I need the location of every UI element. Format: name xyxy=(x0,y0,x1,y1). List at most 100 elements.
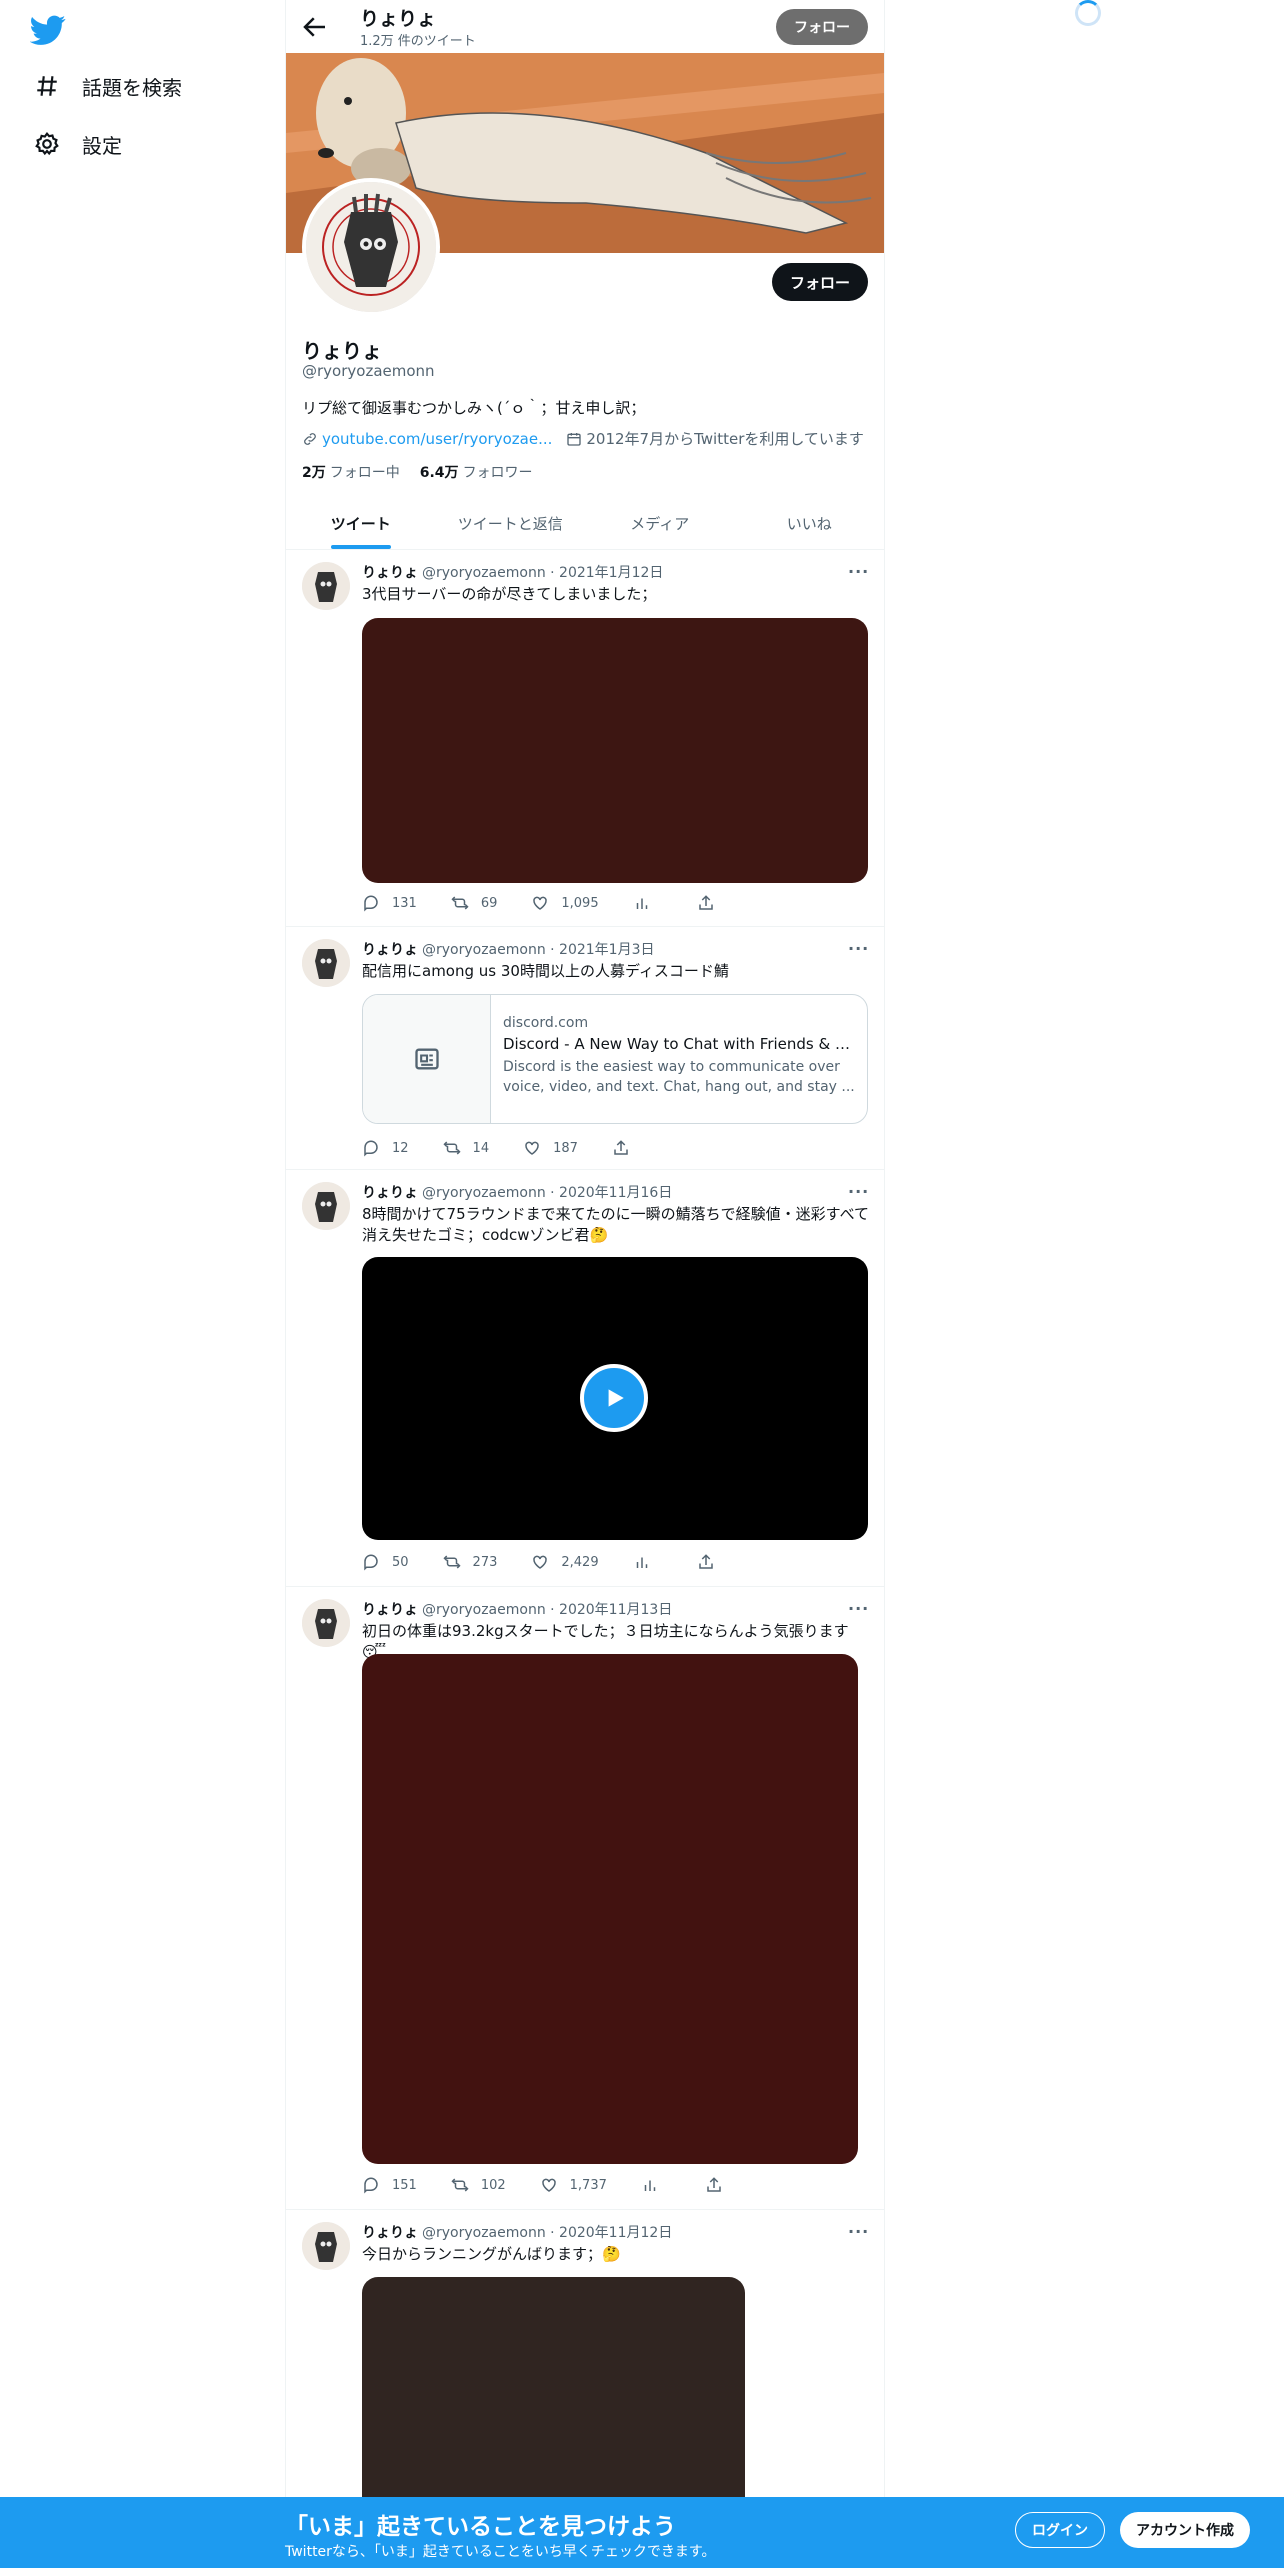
tweet-author-handle[interactable]: @ryoryozaemonn xyxy=(422,565,546,581)
twitter-bird-icon[interactable] xyxy=(30,12,66,48)
more-icon[interactable]: ··· xyxy=(848,939,868,959)
more-icon[interactable]: ··· xyxy=(848,1182,868,1202)
signup-button[interactable]: アカウント作成 xyxy=(1120,2512,1250,2548)
share-button[interactable] xyxy=(697,1553,727,1571)
avatar[interactable] xyxy=(302,562,350,610)
tweet-actions: 151 102 1,737 xyxy=(362,2176,769,2194)
profile-link[interactable]: youtube.com/user/ryoryozae... xyxy=(322,430,552,448)
like-button[interactable]: 2,429 xyxy=(531,1553,599,1571)
tweet-date[interactable]: · 2021年1月3日 xyxy=(550,942,654,958)
tweet[interactable]: りょりょ @ryoryozaemonn · 2020年11月13日 ··· 初日の… xyxy=(286,1587,884,2210)
tweet-author-name[interactable]: りょりょ xyxy=(362,2225,418,2241)
tab-tweets[interactable]: ツイート xyxy=(286,497,436,549)
retweet-count: 102 xyxy=(480,2177,506,2193)
header-follow-button[interactable]: フォロー xyxy=(776,9,868,45)
tweet-text: 今日からランニングがんばります；🤔 xyxy=(362,2245,621,2263)
tweet[interactable]: りょりょ @ryoryozaemonn · 2021年1月12日 ··· 3代目サ… xyxy=(286,550,884,927)
nav-item-settings[interactable]: 設定 xyxy=(32,122,122,166)
profile-handle: @ryoryozaemonn xyxy=(302,362,435,380)
following-label: フォロー中 xyxy=(329,465,400,481)
tab-likes[interactable]: いいね xyxy=(735,497,885,549)
avatar[interactable] xyxy=(302,2222,350,2270)
analytics-button[interactable] xyxy=(633,1553,663,1571)
like-button[interactable]: 1,095 xyxy=(531,894,599,912)
follow-button[interactable]: フォロー xyxy=(771,263,868,301)
more-icon[interactable]: ··· xyxy=(848,562,868,582)
retweet-count: 273 xyxy=(472,1554,498,1570)
nav-item-explore[interactable]: 話題を検索 xyxy=(32,64,182,108)
signup-prompt-subtitle: Twitterなら、「いま」起きていることをいち早くチェックできます。 xyxy=(285,2544,716,2560)
card-body: discord.com Discord - A New Way to Chat … xyxy=(491,995,867,1123)
analytics-button[interactable] xyxy=(633,894,663,912)
followers-stat[interactable]: 6.4万 フォロワー xyxy=(420,462,533,482)
tweet[interactable]: りょりょ @ryoryozaemonn · 2021年1月3日 ··· 配信用にa… xyxy=(286,927,884,1170)
following-count: 2万 xyxy=(302,465,326,481)
like-count: 1,737 xyxy=(569,2177,607,2193)
tweet-author-name[interactable]: りょりょ xyxy=(362,565,418,581)
reply-button[interactable]: 131 xyxy=(362,894,417,912)
tab-tweets-replies[interactable]: ツイートと返信 xyxy=(436,497,586,549)
analytics-button[interactable] xyxy=(641,2176,671,2194)
like-button[interactable]: 1,737 xyxy=(540,2176,607,2194)
calendar-icon xyxy=(567,432,582,446)
tweet-date[interactable]: · 2020年11月16日 xyxy=(550,1185,672,1201)
tweet-media[interactable] xyxy=(362,618,868,883)
tweet-header: りょりょ @ryoryozaemonn · 2020年11月13日 xyxy=(362,1599,672,1619)
tweet-author-handle[interactable]: @ryoryozaemonn xyxy=(422,1602,546,1618)
share-button[interactable] xyxy=(697,894,727,912)
tweet-actions: 12 14 187 xyxy=(362,1139,676,1157)
more-icon[interactable]: ··· xyxy=(848,2222,868,2242)
share-button[interactable] xyxy=(612,1139,642,1157)
retweet-button[interactable]: 102 xyxy=(451,2176,506,2194)
link-icon xyxy=(304,432,316,445)
main-column: りょりょ 1.2万 件のツイート フォロー フォロー りょりょ @ryoryoz… xyxy=(285,0,885,2568)
reply-count: 12 xyxy=(392,1140,409,1156)
like-count: 187 xyxy=(553,1140,578,1156)
more-icon[interactable]: ··· xyxy=(848,1599,868,1619)
tweet-author-handle[interactable]: @ryoryozaemonn xyxy=(422,1185,546,1201)
tweet-author-handle[interactable]: @ryoryozaemonn xyxy=(422,2225,546,2241)
tweet-author-name[interactable]: りょりょ xyxy=(362,942,418,958)
tweet[interactable]: りょりょ @ryoryozaemonn · 2020年11月16日 ··· 8時間… xyxy=(286,1170,884,1587)
analytics-icon xyxy=(636,1557,647,1568)
signup-prompt-bar: 「いま」起きていることを見つけよう Twitterなら、「いま」起きていることを… xyxy=(0,2497,1284,2568)
card-description: Discord is the easiest way to communicat… xyxy=(503,1059,855,1095)
following-stat[interactable]: 2万 フォロー中 xyxy=(302,462,400,482)
loading-spinner-icon xyxy=(1075,0,1101,26)
like-button[interactable]: 187 xyxy=(523,1139,578,1157)
reply-button[interactable]: 151 xyxy=(362,2176,417,2194)
link-card[interactable]: discord.com Discord - A New Way to Chat … xyxy=(362,994,868,1124)
retweet-count: 69 xyxy=(480,895,498,911)
tweet-video[interactable] xyxy=(362,1257,868,1540)
share-icon xyxy=(614,1140,628,1155)
profile-avatar[interactable] xyxy=(302,178,440,316)
profile-tabs: ツイート ツイートと返信 メディア いいね xyxy=(286,497,884,550)
retweet-button[interactable]: 69 xyxy=(451,894,498,912)
analytics-icon xyxy=(636,898,647,909)
tweet-date[interactable]: · 2020年11月13日 xyxy=(550,1602,672,1618)
avatar[interactable] xyxy=(302,1182,350,1230)
avatar[interactable] xyxy=(302,939,350,987)
play-icon[interactable] xyxy=(580,1364,648,1432)
reply-button[interactable]: 12 xyxy=(362,1139,409,1157)
tweet-date[interactable]: · 2021年1月12日 xyxy=(550,565,663,581)
retweet-button[interactable]: 14 xyxy=(442,1139,489,1157)
tweet-author-handle[interactable]: @ryoryozaemonn xyxy=(422,942,546,958)
tweet-media[interactable] xyxy=(362,1654,858,2164)
header-tweet-count: 1.2万 件のツイート xyxy=(360,34,476,49)
reply-icon xyxy=(364,1140,378,1157)
tweet-date[interactable]: · 2020年11月12日 xyxy=(550,2225,672,2241)
reply-icon xyxy=(364,2177,378,2194)
heart-icon xyxy=(533,1555,548,1569)
tweet-author-name[interactable]: りょりょ xyxy=(362,1602,418,1618)
retweet-button[interactable]: 273 xyxy=(442,1553,498,1571)
like-count: 2,429 xyxy=(561,1554,599,1570)
login-button[interactable]: ログイン xyxy=(1015,2512,1105,2548)
tweet-author-name[interactable]: りょりょ xyxy=(362,1185,418,1201)
avatar[interactable] xyxy=(302,1599,350,1647)
back-arrow-icon[interactable] xyxy=(300,12,330,42)
reply-count: 151 xyxy=(392,2177,417,2193)
tab-media[interactable]: メディア xyxy=(585,497,735,549)
share-button[interactable] xyxy=(705,2176,735,2194)
reply-button[interactable]: 50 xyxy=(362,1553,409,1571)
